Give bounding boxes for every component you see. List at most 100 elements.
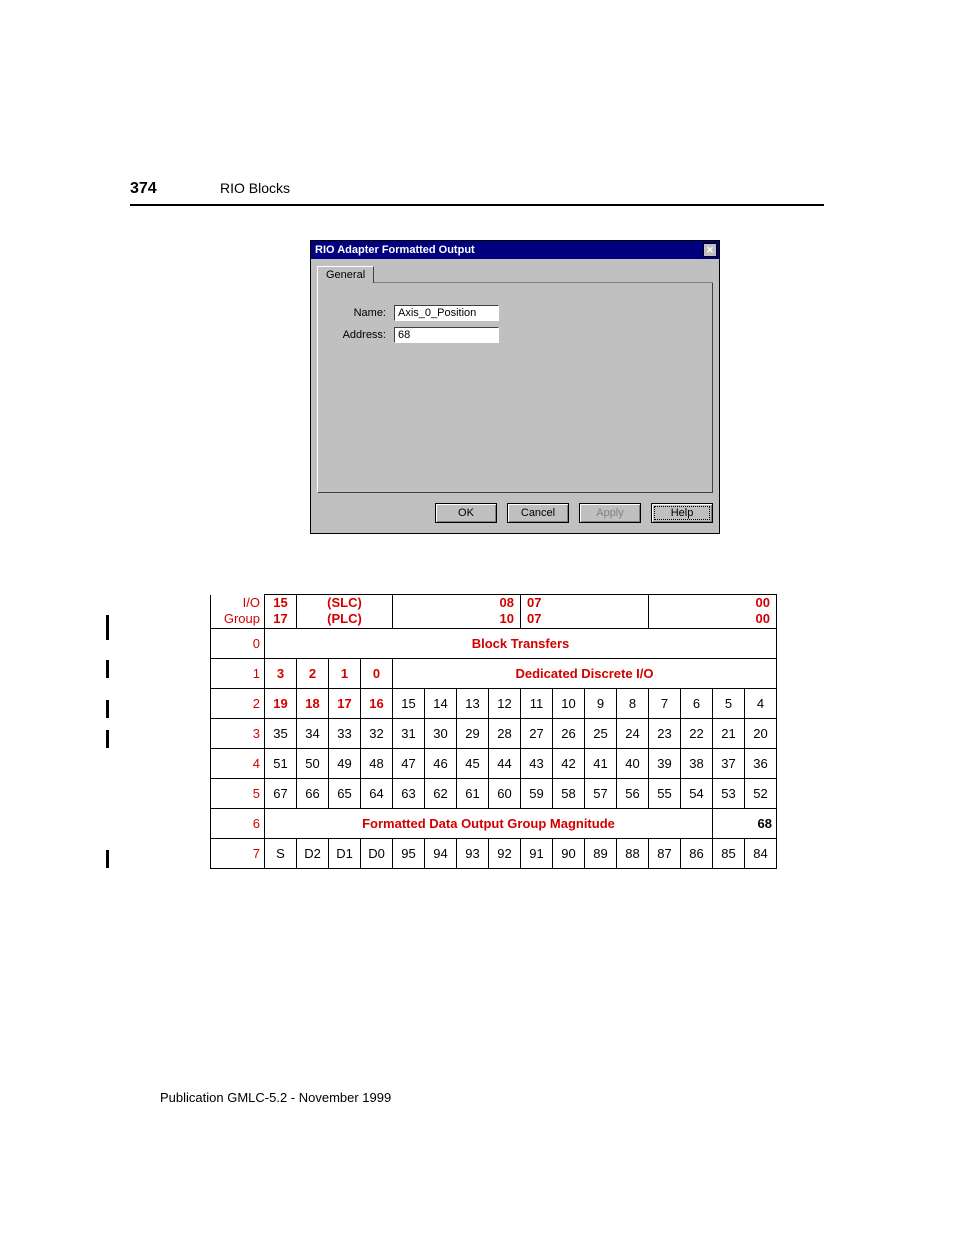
r3c8: 23 (649, 718, 681, 748)
hdr-10: 10 (397, 611, 514, 627)
row-6-value: 68 (713, 808, 777, 838)
row-1-label: 1 (211, 658, 265, 688)
ok-button[interactable]: OK (435, 503, 497, 523)
r7c11: 84 (745, 838, 777, 868)
cancel-button[interactable]: Cancel (507, 503, 569, 523)
r7c8: 87 (649, 838, 681, 868)
r5c9: 54 (681, 778, 713, 808)
r5c0: 63 (393, 778, 425, 808)
address-input[interactable] (394, 327, 499, 343)
hdr-08: 08 (397, 595, 514, 611)
r7l0: S (265, 838, 297, 868)
r2c4: 11 (521, 688, 553, 718)
io-table: I/O Group 15 17 (SLC) (PLC) 08 10 (210, 594, 777, 869)
dialog-titlebar: RIO Adapter Formatted Output ✕ (311, 241, 719, 259)
r2c9: 6 (681, 688, 713, 718)
address-label: Address: (332, 329, 394, 341)
r7l1: D2 (297, 838, 329, 868)
r3c4: 27 (521, 718, 553, 748)
r4c6: 41 (585, 748, 617, 778)
row-7-label: 7 (211, 838, 265, 868)
row-6-text: Formatted Data Output Group Magnitude (265, 808, 713, 838)
r1-2: 2 (297, 658, 329, 688)
r7c9: 86 (681, 838, 713, 868)
r3c3: 28 (489, 718, 521, 748)
r4c7: 40 (617, 748, 649, 778)
change-bar (106, 730, 109, 748)
tab-panel-general: Name: Address: (317, 283, 713, 493)
r7c0: 95 (393, 838, 425, 868)
r2c1: 14 (425, 688, 457, 718)
hdr-00a: 00 (653, 595, 770, 611)
row-1-text: Dedicated Discrete I/O (393, 658, 777, 688)
tab-general[interactable]: General (317, 266, 374, 283)
hdr-00b: 00 (653, 611, 770, 627)
r4l2: 49 (329, 748, 361, 778)
row-0-text: Block Transfers (265, 628, 777, 658)
r2c7: 8 (617, 688, 649, 718)
hdr-17: 17 (269, 611, 292, 627)
r2l2: 17 (329, 688, 361, 718)
r7c3: 92 (489, 838, 521, 868)
page-number: 374 (130, 180, 220, 198)
page-header: 374 RIO Blocks (130, 180, 824, 206)
r5c10: 53 (713, 778, 745, 808)
r4c11: 36 (745, 748, 777, 778)
r2c6: 9 (585, 688, 617, 718)
hdr-07b: 07 (527, 611, 644, 627)
r4c9: 38 (681, 748, 713, 778)
r4c2: 45 (457, 748, 489, 778)
r7c5: 90 (553, 838, 585, 868)
page-title: RIO Blocks (220, 180, 290, 196)
change-bar (106, 660, 109, 678)
r4c4: 43 (521, 748, 553, 778)
r5c4: 59 (521, 778, 553, 808)
r2c3: 12 (489, 688, 521, 718)
r4c0: 47 (393, 748, 425, 778)
r4c8: 39 (649, 748, 681, 778)
hdr-07a: 07 (527, 595, 644, 611)
change-bar (106, 850, 109, 868)
apply-button[interactable]: Apply (579, 503, 641, 523)
hdr-plc: (PLC) (301, 611, 388, 627)
r5c7: 56 (617, 778, 649, 808)
r5l2: 65 (329, 778, 361, 808)
r3l3: 32 (361, 718, 393, 748)
close-icon[interactable]: ✕ (703, 243, 717, 257)
r3c0: 31 (393, 718, 425, 748)
r3l2: 33 (329, 718, 361, 748)
r4c3: 44 (489, 748, 521, 778)
r1-1: 1 (329, 658, 361, 688)
row-0-label: 0 (211, 628, 265, 658)
r2c11: 4 (745, 688, 777, 718)
r7c1: 94 (425, 838, 457, 868)
r2c8: 7 (649, 688, 681, 718)
r5c3: 60 (489, 778, 521, 808)
r4l3: 48 (361, 748, 393, 778)
r1-0: 0 (361, 658, 393, 688)
r7c6: 89 (585, 838, 617, 868)
r3l0: 35 (265, 718, 297, 748)
r4c10: 37 (713, 748, 745, 778)
change-bar (106, 700, 109, 718)
name-input[interactable] (394, 305, 499, 321)
help-button[interactable]: Help (651, 503, 713, 523)
hdr-15: 15 (269, 595, 292, 611)
r5l1: 66 (297, 778, 329, 808)
r5c8: 55 (649, 778, 681, 808)
r3c5: 26 (553, 718, 585, 748)
r2c10: 5 (713, 688, 745, 718)
r3l1: 34 (297, 718, 329, 748)
publication-line: Publication GMLC-5.2 - November 1999 (160, 1090, 391, 1105)
r5l3: 64 (361, 778, 393, 808)
r5c2: 61 (457, 778, 489, 808)
change-bar (106, 615, 109, 640)
row-5-label: 5 (211, 778, 265, 808)
r7c7: 88 (617, 838, 649, 868)
r2c2: 13 (457, 688, 489, 718)
row-6-label: 6 (211, 808, 265, 838)
r3c11: 20 (745, 718, 777, 748)
r4l0: 51 (265, 748, 297, 778)
r2l3: 16 (361, 688, 393, 718)
r4l1: 50 (297, 748, 329, 778)
